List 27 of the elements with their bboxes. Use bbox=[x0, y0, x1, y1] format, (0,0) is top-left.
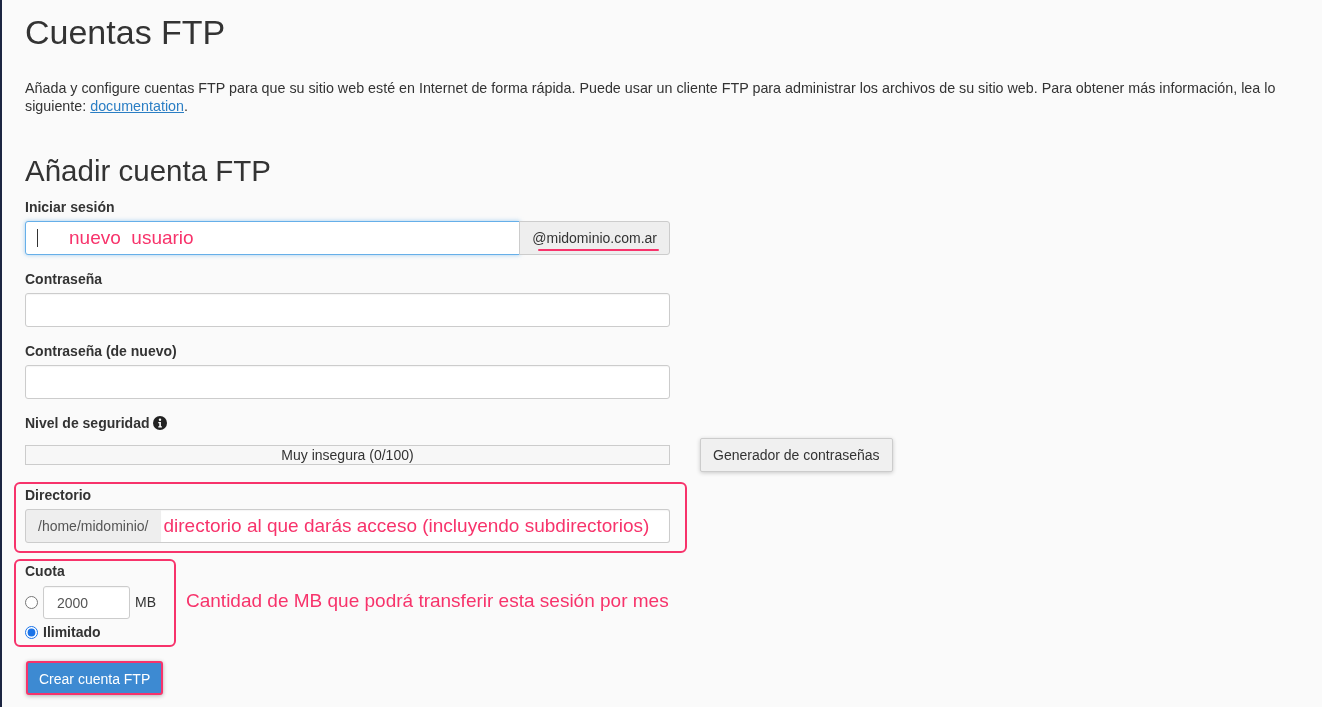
field-label: Cuota bbox=[25, 562, 65, 582]
directory-prefix: /home/midominio/ bbox=[25, 509, 162, 544]
radio-button[interactable] bbox=[25, 626, 38, 640]
field-label: Iniciar sesión bbox=[25, 198, 115, 218]
domain-suffix: @midominio.com.ar bbox=[532, 228, 657, 248]
directory-field[interactable]: directorio al que darás acceso (incluyendo subdirectorios) bbox=[160, 509, 670, 544]
radio-label: Ilimitado bbox=[43, 623, 101, 643]
intro-text: Añada y configure cuentas FTP para que su sitio web esté en Internet de forma rápida. Puede usar un cliente FTP para administrar los archivos de su sitio web. Para obtener más información, lea lo siguiente: documentation. bbox=[25, 78, 1277, 115]
text-cursor-icon bbox=[37, 229, 38, 248]
page-title: Cuentas FTP bbox=[25, 12, 227, 53]
password-generator-button[interactable]: Generador de contraseñas bbox=[700, 438, 893, 473]
password-field[interactable] bbox=[25, 365, 670, 400]
login-field[interactable]: nuevo usuario bbox=[25, 221, 521, 256]
radio-button[interactable] bbox=[25, 596, 38, 610]
quota-field[interactable]: 2000 bbox=[43, 586, 130, 620]
field-label: Contraseña bbox=[25, 270, 103, 290]
unit-label: MB bbox=[135, 593, 156, 613]
info-icon[interactable] bbox=[153, 416, 168, 431]
create-account-button[interactable]: Crear cuenta FTP bbox=[26, 661, 164, 696]
field-label: Nivel de seguridad bbox=[25, 414, 150, 434]
strength-reading: Muy insegura (0/100) bbox=[280, 446, 415, 465]
field-label: Directorio bbox=[25, 486, 92, 506]
field-label: Contraseña (de nuevo) bbox=[25, 342, 177, 362]
section-title: Añadir cuenta FTP bbox=[25, 152, 272, 189]
password-field[interactable] bbox=[25, 293, 670, 328]
annotation-note: Cantidad de MB que podrá transferir esta sesión por mes bbox=[186, 588, 669, 613]
documentation-link[interactable]: documentation bbox=[90, 97, 184, 114]
